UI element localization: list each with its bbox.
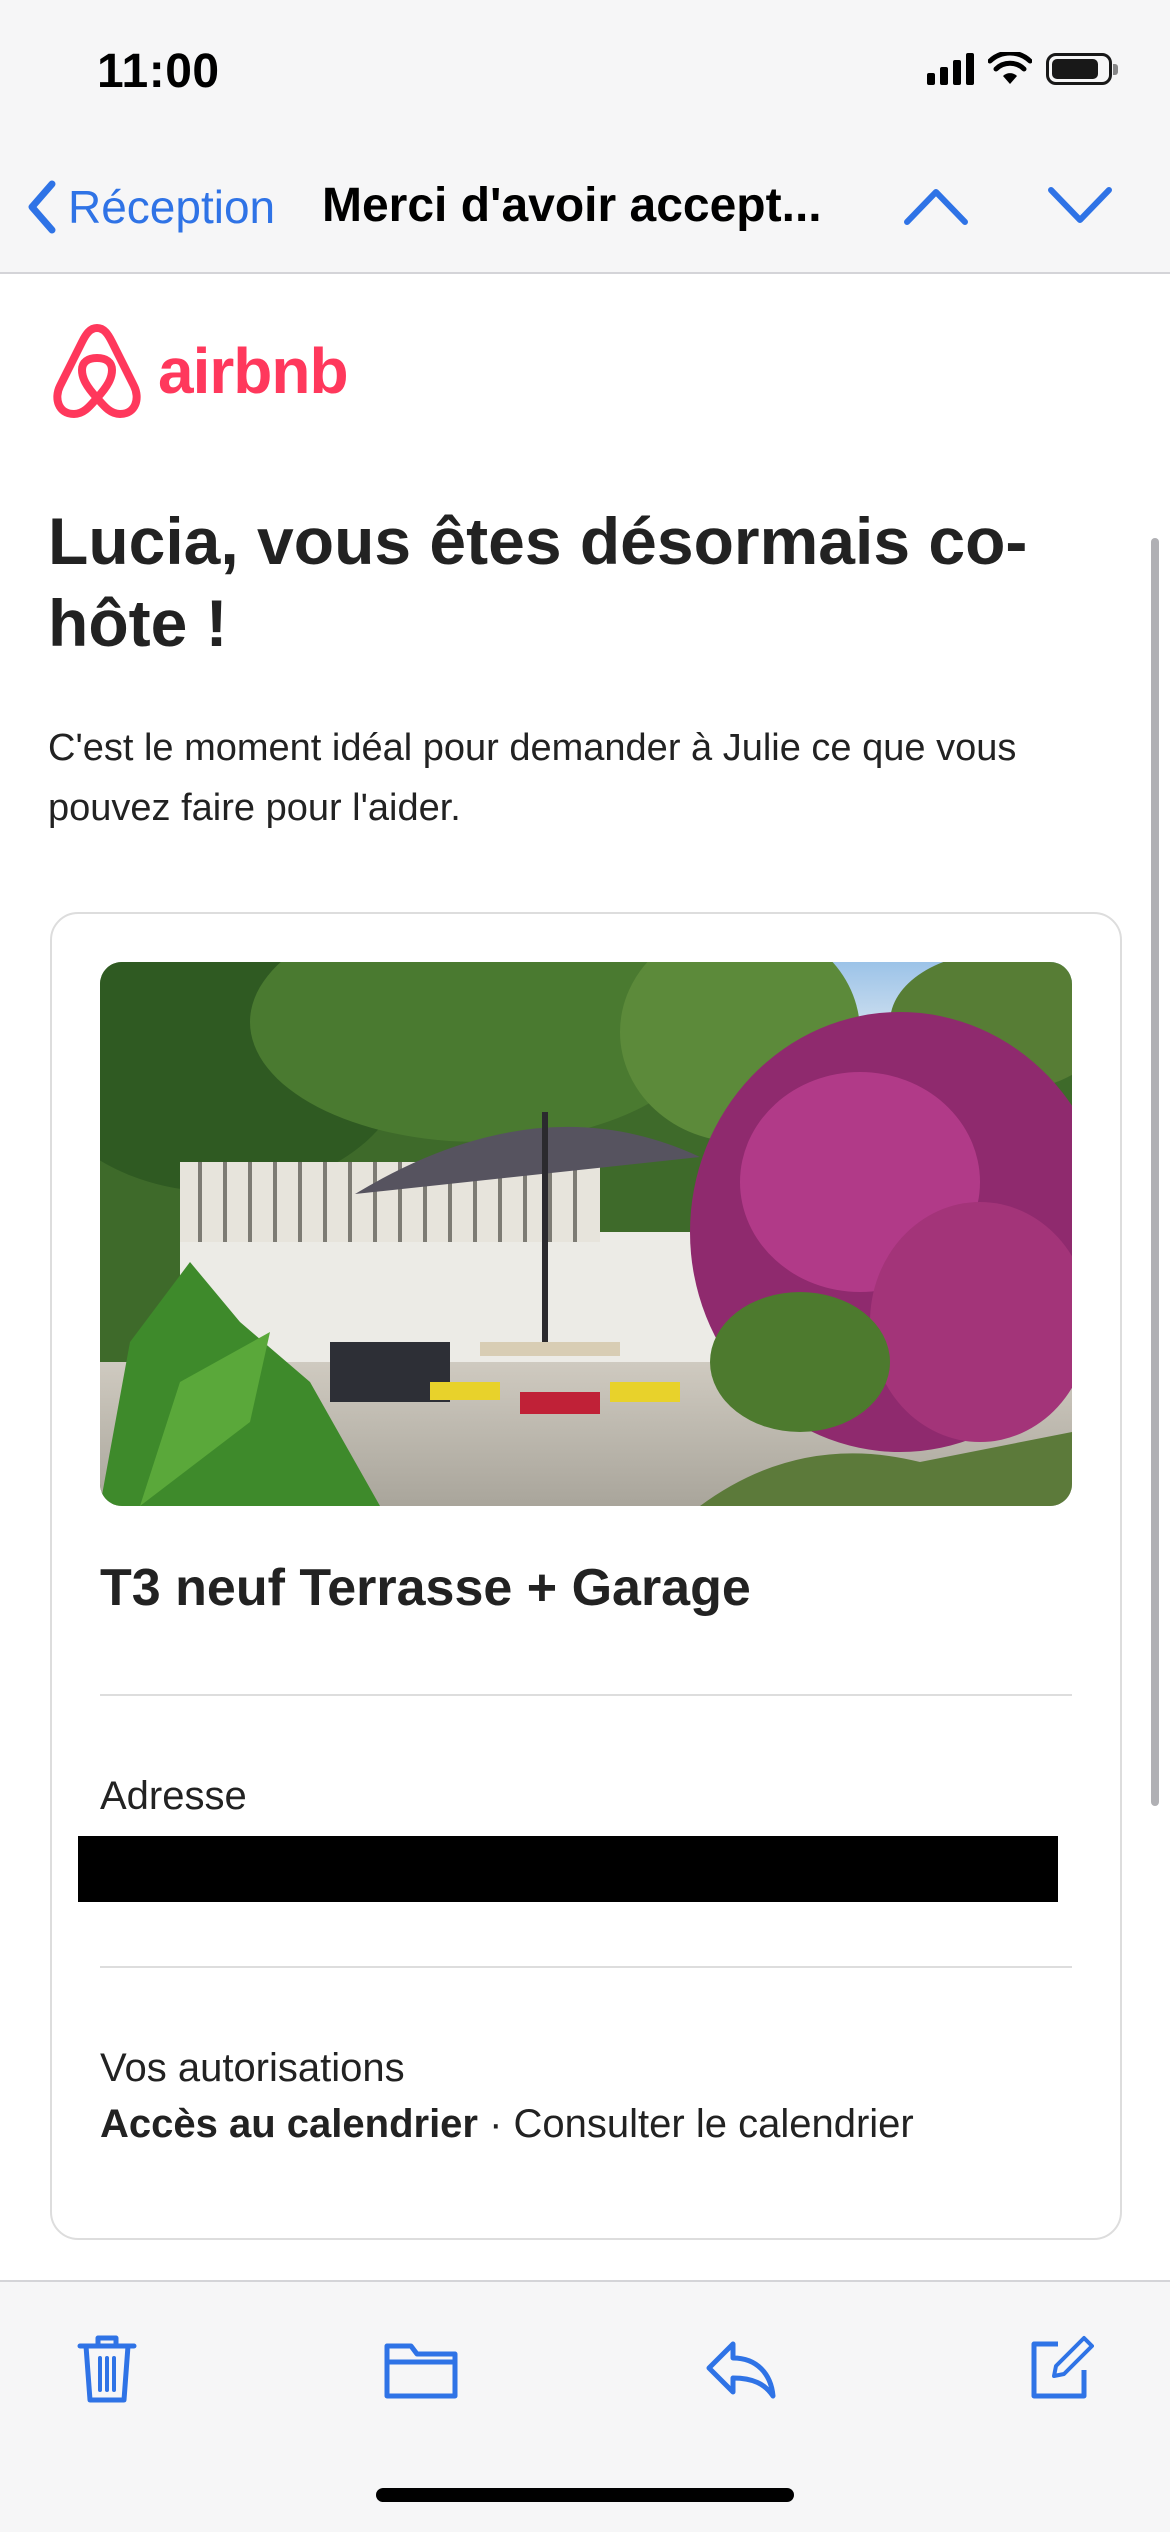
status-icons [927, 52, 1118, 86]
chevron-left-icon [28, 180, 56, 234]
back-label: Réception [68, 181, 276, 233]
permissions-label: Vos autorisations [100, 2046, 405, 2090]
airbnb-logo[interactable]: airbnb [50, 322, 349, 420]
reply-button[interactable] [696, 2324, 786, 2414]
redacted-address [78, 1836, 1058, 1902]
reply-icon [706, 2341, 776, 2399]
chevron-down-icon [1048, 187, 1112, 223]
listing-card: T3 neuf Terrasse + Garage Adresse Vos au… [50, 912, 1122, 2240]
permission-name: Accès au calendrier [100, 2102, 478, 2146]
listing-title[interactable]: T3 neuf Terrasse + Garage [100, 1558, 1080, 1618]
compose-button[interactable] [1014, 2324, 1104, 2414]
card-divider [100, 1966, 1072, 1968]
email-intro: C'est le moment idéal pour demander à Ju… [48, 727, 1017, 829]
cellular-signal-icon [927, 53, 974, 85]
email-subject: Merci d'avoir accept... [322, 179, 822, 232]
trash-icon [77, 2335, 137, 2403]
top-bar: 11:00 Réception Merci d'avoir accept... [0, 0, 1170, 274]
battery-icon [1046, 53, 1118, 85]
delete-button[interactable] [62, 2324, 152, 2414]
card-divider [100, 1694, 1072, 1696]
vertical-scrollbar[interactable] [1151, 538, 1159, 1806]
permission-separator: · [478, 2102, 514, 2146]
folder-icon [384, 2343, 458, 2399]
terrace-photo-image [100, 962, 1072, 1506]
brand-wordmark: airbnb [158, 335, 349, 407]
address-label: Adresse [100, 1774, 247, 1818]
move-to-folder-button[interactable] [376, 2324, 466, 2414]
compose-icon [1031, 2336, 1094, 2399]
permission-detail: Consulter le calendrier [513, 2102, 914, 2146]
next-message-button[interactable] [1040, 176, 1120, 236]
back-to-inbox-button[interactable]: Réception [24, 172, 275, 242]
mail-screen: 11:00 Réception Merci d'avoir accept... [0, 0, 1170, 2532]
home-indicator[interactable] [376, 2488, 794, 2502]
email-headline: Lucia, vous êtes désormais co-hôte ! [48, 504, 1028, 660]
chevron-up-icon [904, 189, 968, 225]
listing-photo[interactable] [100, 962, 1072, 1506]
permission-row: Accès au calendrier · Consulter le calen… [100, 2102, 914, 2147]
wifi-icon [988, 52, 1032, 84]
airbnb-belo-icon [53, 324, 141, 418]
previous-message-button[interactable] [896, 176, 976, 236]
status-time: 11:00 [97, 45, 220, 98]
